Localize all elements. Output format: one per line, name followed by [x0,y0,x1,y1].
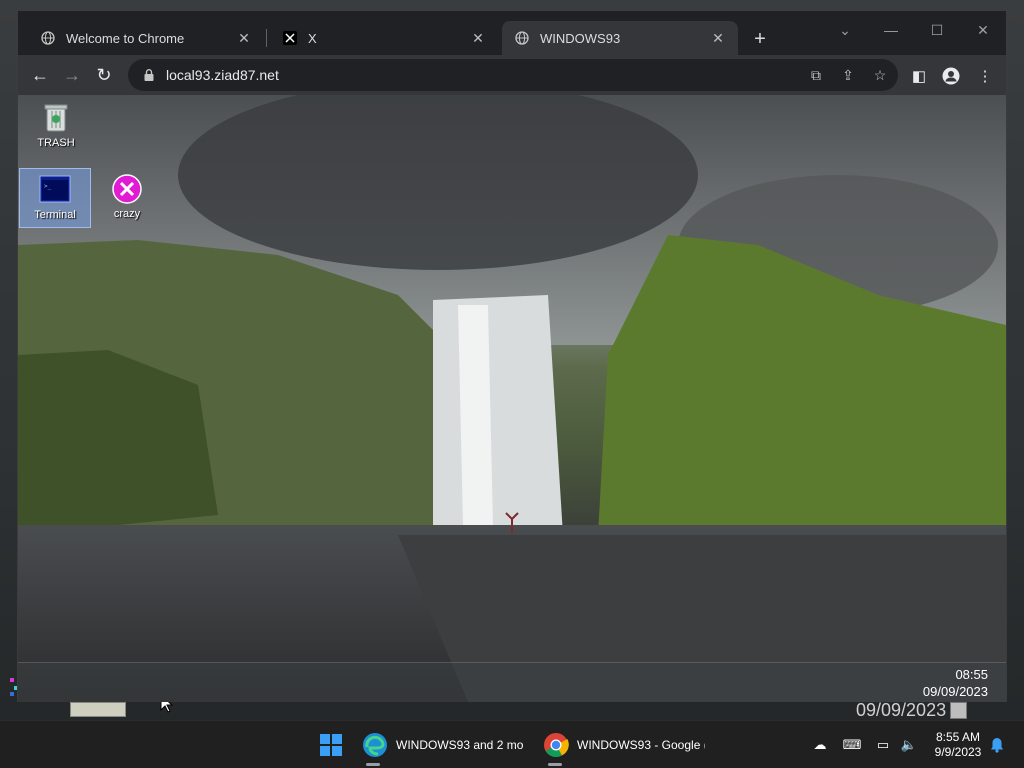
running-indicator [366,763,380,766]
bookmark-star-icon[interactable]: ☆ [870,65,890,85]
desktop-icon-trash[interactable]: TRASH [20,95,92,155]
forward-icon[interactable]: → [58,61,86,89]
volume-muted-icon[interactable]: 🔈 [900,737,918,753]
edge-icon [363,733,387,757]
running-indicator [548,763,562,766]
background-date-label: 09/09/2023 [856,700,947,720]
clock-time: 08:55 [955,667,988,682]
terminal-icon: >_ [39,175,71,203]
menu-icon[interactable]: ⋮ [974,65,996,87]
trash-icon [44,104,68,132]
desktop-icon-label: crazy [113,208,141,220]
chrome-icon [544,733,569,758]
system-date: 9/9/2023 [934,745,982,759]
crazy-icon [112,174,142,204]
tab-title: X [308,30,317,46]
background-checkbox [950,702,967,719]
url-text: local93.ziad87.net [166,67,279,83]
desktop-icon-crazy[interactable]: crazy [91,168,163,228]
taskbar-edge[interactable]: WINDOWS93 and 2 mo [362,729,530,761]
share-icon[interactable]: ⇪ [838,65,858,85]
taskbar-item-label: WINDOWS93 - Google ( [577,738,705,752]
close-window-icon[interactable]: ✕ [960,15,1006,45]
background-window-button [70,702,126,717]
open-in-app-icon[interactable]: ⧉ [806,65,826,85]
globe-icon [40,30,56,46]
reload-icon[interactable]: ↻ [90,61,118,89]
start-button[interactable] [318,729,352,761]
back-icon[interactable]: ← [26,61,54,89]
desktop-icon-terminal[interactable]: >_ Terminal [19,168,91,228]
waterfall-wallpaper [18,95,1006,702]
desktop-icon-label: Terminal [34,209,76,221]
system-time: 8:55 AM [935,730,981,744]
globe-icon [514,30,530,46]
tab-x[interactable]: X ✕ [270,21,498,55]
close-tab-icon[interactable]: ✕ [236,30,252,46]
cloud-off-icon[interactable]: ☁ [811,737,829,753]
close-tab-icon[interactable]: ✕ [710,30,726,46]
x-logo-icon [282,30,298,46]
close-tab-icon[interactable]: ✕ [470,30,486,46]
windows93-clock[interactable]: 08:55 09/09/2023 [923,666,988,700]
chrome-window: Welcome to Chrome ✕ X ✕ WINDOWS93 ✕ + ⌄ … [17,10,1007,702]
profile-icon[interactable] [940,65,962,87]
taskbar-item-label: WINDOWS93 and 2 mo [396,738,524,752]
windows93-taskbar: 08:55 09/09/2023 [18,662,1006,702]
minimize-icon[interactable]: — [868,15,914,45]
lock-icon [144,69,154,81]
tab-title: Welcome to Chrome [66,30,185,46]
tab-windows93[interactable]: WINDOWS93 ✕ [502,21,738,55]
tab-welcome[interactable]: Welcome to Chrome ✕ [28,21,264,55]
screen: 09/09/2023 Welcome to Chrome ✕ X ✕ WINDO… [0,0,1024,768]
address-bar[interactable]: local93.ziad87.net [128,59,898,91]
new-tab-button[interactable]: + [746,25,774,53]
windows-logo-icon [320,734,342,756]
tab-search-icon[interactable]: ⌄ [822,15,868,45]
windows93-desktop: TRASH >_ Terminal crazy 08:55 09/09/2023 [18,95,1006,702]
keyboard-icon[interactable]: ⌨ [843,737,862,753]
maximize-icon[interactable]: ☐ [914,15,960,45]
browser-toolbar: ← → ↻ local93.ziad87.net ⧉ ⇪ ☆ ◧ ⋮ [18,55,1006,95]
desktop-icon-label: TRASH [37,137,75,149]
svg-text:>_: >_ [44,183,52,190]
tab-separator [266,29,267,47]
side-panel-icon[interactable]: ◧ [908,65,930,87]
tab-title: WINDOWS93 [540,30,621,46]
network-icon[interactable]: ▭ [874,737,892,753]
notification-bell-icon[interactable] [988,737,1006,753]
system-clock[interactable]: 8:55 AM 9/9/2023 [928,730,988,760]
windows-taskbar: WINDOWS93 and 2 mo WINDOWS93 - Google ( … [0,720,1024,768]
taskbar-chrome[interactable]: WINDOWS93 - Google ( [543,729,709,761]
clock-date: 09/09/2023 [922,684,988,699]
tab-strip: Welcome to Chrome ✕ X ✕ WINDOWS93 ✕ + ⌄ … [18,11,1006,55]
